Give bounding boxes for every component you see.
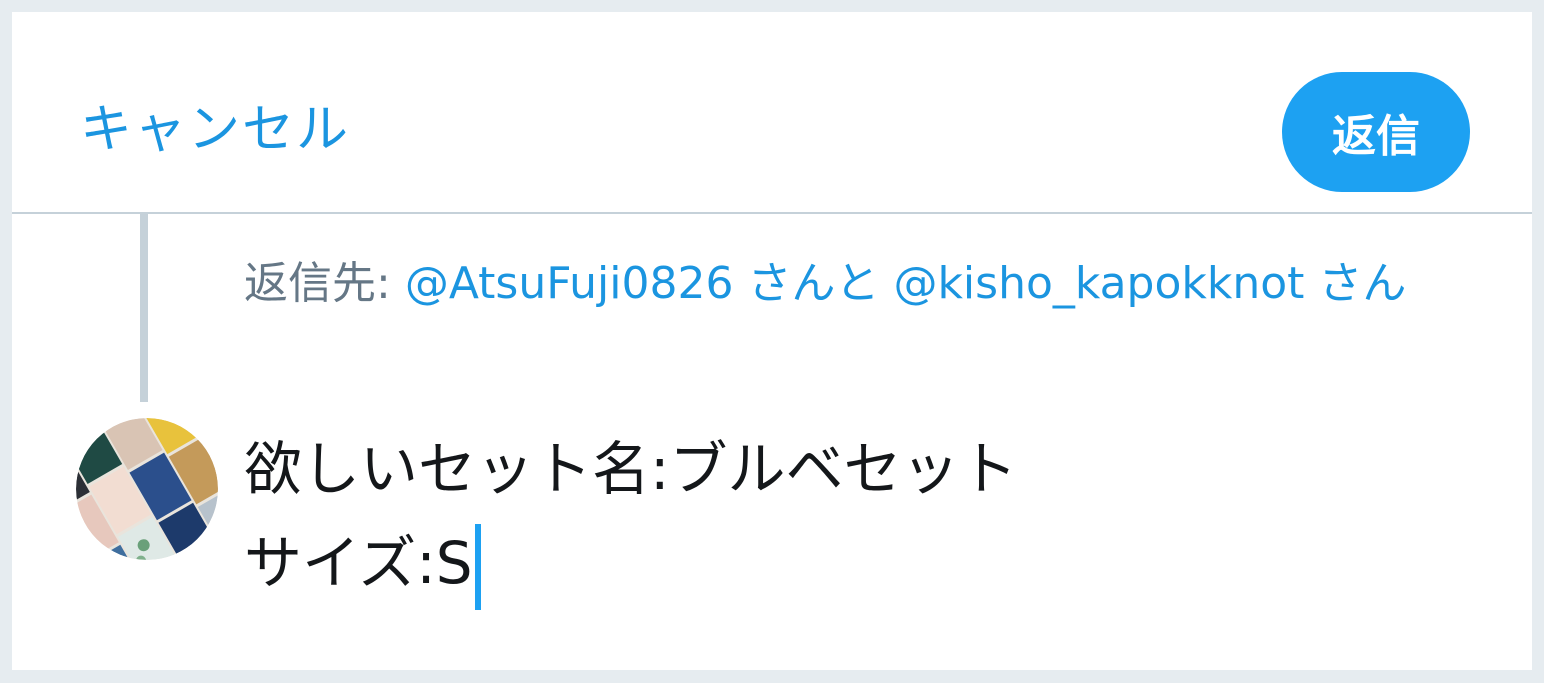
- text-caret: [474, 523, 481, 610]
- avatar[interactable]: [76, 418, 218, 560]
- tweet-compose-textarea[interactable]: 欲しいセット名:ブルベセット サイズ:S: [244, 422, 1444, 610]
- replying-to-prefix: 返信先:: [244, 258, 391, 309]
- reply-button[interactable]: 返信: [1282, 72, 1470, 192]
- reply-compose-dialog: キャンセル 返信 返信先: @AtsuFuji0826 さんと @kisho_k…: [12, 12, 1532, 670]
- thread-connector-line: [140, 214, 148, 402]
- avatar-image: [76, 418, 218, 560]
- compose-text-line-1: 欲しいセット名:ブルベセット: [244, 435, 1018, 503]
- replying-to-line: 返信先: @AtsuFuji0826 さんと @kisho_kapokknot …: [244, 252, 1464, 316]
- mention-user-1[interactable]: @AtsuFuji0826: [405, 258, 734, 309]
- mention-user-2[interactable]: @kisho_kapokknot: [893, 258, 1304, 309]
- dialog-header: キャンセル 返信: [12, 12, 1532, 214]
- compose-text-line-2-wrapper: サイズ:S: [244, 516, 1444, 610]
- mention-joiner: さんと: [747, 258, 880, 309]
- mention-suffix: さん: [1318, 258, 1407, 309]
- cancel-button[interactable]: キャンセル: [80, 100, 350, 160]
- compose-text-line-2: サイズ:S: [244, 529, 473, 597]
